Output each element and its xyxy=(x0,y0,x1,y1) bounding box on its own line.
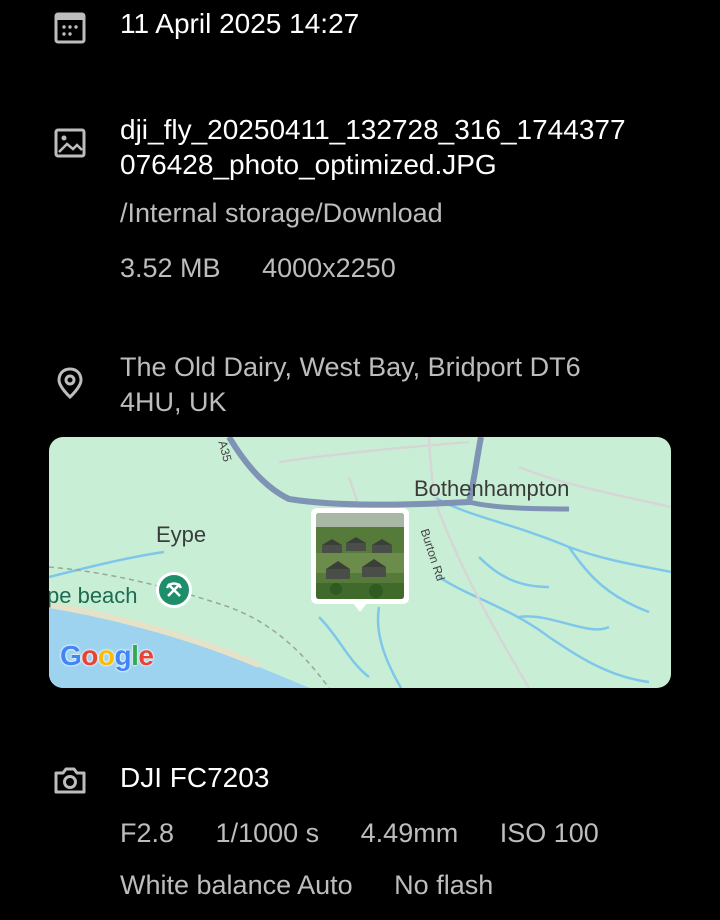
camera-specs: F2.8 1/1000 s 4.49mm ISO 100 xyxy=(120,818,633,849)
thumbnail-pointer xyxy=(353,603,367,612)
file-path: /Internal storage/Download xyxy=(120,198,443,228)
map-label-beach: pe beach xyxy=(49,583,138,608)
google-letter: e xyxy=(138,640,154,671)
address-line2: 4HU, UK xyxy=(120,387,227,417)
aperture: F2.8 xyxy=(120,818,175,848)
file-name: dji_fly_20250411_132728_316_1744377 0764… xyxy=(120,112,680,182)
camera-icon xyxy=(52,762,88,798)
date-time: 11 April 2025 14:27 xyxy=(120,8,360,39)
file-name-line2: 076428_photo_optimized.JPG xyxy=(120,149,497,180)
photo-thumbnail xyxy=(316,513,404,599)
file-meta: 3.52 MB 4000x2250 xyxy=(120,253,430,284)
focal-length: 4.49mm xyxy=(360,818,459,848)
white-balance: White balance Auto xyxy=(120,870,353,900)
google-letter: o xyxy=(97,640,115,671)
beach-marker-icon[interactable] xyxy=(156,572,192,608)
google-logo: Google xyxy=(60,640,154,672)
address: The Old Dairy, West Bay, Bridport DT6 4H… xyxy=(120,350,660,420)
image-icon xyxy=(52,125,88,161)
calendar-icon xyxy=(52,10,88,46)
google-letter: o xyxy=(81,640,98,671)
map-label-bothenhampton: Bothenhampton xyxy=(414,476,570,501)
google-letter: g xyxy=(114,640,132,671)
file-size: 3.52 MB xyxy=(120,253,221,283)
shutter-speed: 1/1000 s xyxy=(215,818,320,848)
file-name-line1: dji_fly_20250411_132728_316_1744377 xyxy=(120,114,626,145)
location-pin-icon xyxy=(52,365,88,401)
google-letter: G xyxy=(60,640,82,671)
iso: ISO 100 xyxy=(499,818,599,848)
camera-model: DJI FC7203 xyxy=(120,762,270,793)
file-resolution: 4000x2250 xyxy=(262,253,396,283)
photo-thumbnail-marker[interactable] xyxy=(311,508,409,604)
flash: No flash xyxy=(394,870,494,900)
map-label-eype: Eype xyxy=(156,522,207,547)
location-map[interactable]: A35 Bothenhampton Eype pe beach Burton R… xyxy=(49,437,671,688)
camera-specs-2: White balance Auto No flash xyxy=(120,870,527,901)
address-line1: The Old Dairy, West Bay, Bridport DT6 xyxy=(120,352,581,382)
